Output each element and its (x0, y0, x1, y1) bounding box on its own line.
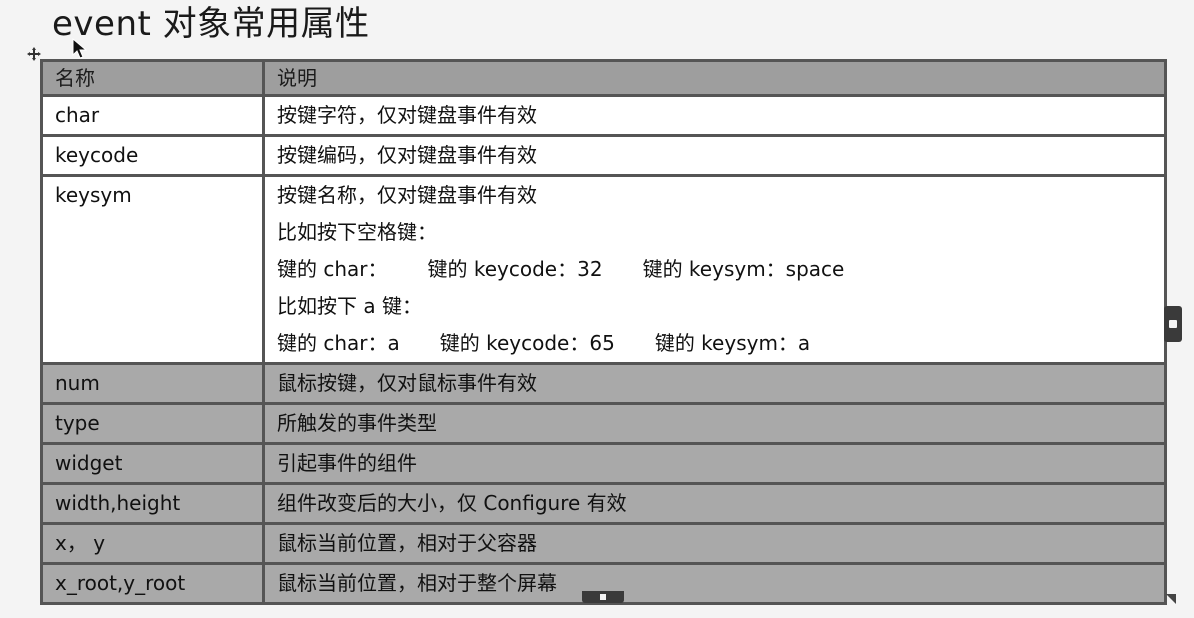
attribute-desc-cell: 鼠标当前位置，相对于整个屏幕 (262, 562, 1167, 605)
desc-line: 鼠标按键，仅对鼠标事件有效 (277, 371, 537, 395)
desc-line: 所触发的事件类型 (277, 411, 437, 435)
page-title: event 对象常用属性 (52, 4, 370, 44)
table-row: keycode 按键编码，仅对键盘事件有效 (40, 134, 1167, 177)
attribute-desc-cell: 按键字符，仅对键盘事件有效 (262, 94, 1167, 137)
desc-segment: 键的 keycode：32 (427, 257, 603, 281)
table-row: widget 引起事件的组件 (40, 442, 1167, 485)
desc-segment: 键的 keycode：65 (439, 331, 615, 355)
attribute-desc-cell: 引起事件的组件 (262, 442, 1167, 485)
header-desc-cell: 说明 (262, 59, 1167, 97)
desc-line: 比如按下空格键： (277, 220, 437, 244)
table-row: num 鼠标按键，仅对鼠标事件有效 (40, 362, 1167, 405)
desc-line: 键的 char：a 键的 keycode：65 键的 keysym：a (277, 325, 1163, 361)
desc-line: 组件改变后的大小，仅 Configure 有效 (277, 491, 627, 515)
desc-line: 按键编码，仅对键盘事件有效 (277, 143, 537, 167)
table-header-row: 名称 说明 (40, 59, 1167, 97)
resize-handle-right[interactable] (1164, 306, 1182, 342)
attribute-name-cell: num (40, 362, 265, 405)
attribute-name-cell: keysym (40, 174, 265, 365)
attribute-name-cell: x_root,y_root (40, 562, 265, 605)
attribute-desc-cell: 组件改变后的大小，仅 Configure 有效 (262, 482, 1167, 525)
attribute-name-cell: char (40, 94, 265, 137)
table-row: width,height 组件改变后的大小，仅 Configure 有效 (40, 482, 1167, 525)
desc-line: 鼠标当前位置，相对于父容器 (277, 531, 537, 555)
desc-line: 按键名称，仅对键盘事件有效 (277, 183, 537, 207)
header-name-cell: 名称 (40, 59, 265, 97)
attribute-desc-cell: 鼠标当前位置，相对于父容器 (262, 522, 1167, 565)
desc-segment: 键的 char：a (277, 331, 400, 355)
desc-line: 比如按下 a 键： (277, 294, 422, 318)
attribute-name-cell: widget (40, 442, 265, 485)
resize-corner-icon[interactable] (1166, 594, 1176, 604)
table-row: char 按键字符，仅对键盘事件有效 (40, 94, 1167, 137)
desc-segment: 键的 keysym：space (642, 257, 845, 281)
attribute-name-cell: type (40, 402, 265, 445)
attribute-name-cell: width,height (40, 482, 265, 525)
attribute-name-cell: keycode (40, 134, 265, 177)
desc-line: 引起事件的组件 (277, 451, 417, 475)
table-row: keysym 按键名称，仅对键盘事件有效 比如按下空格键： 键的 char： 键的 ke… (40, 174, 1167, 365)
attribute-desc-cell: 鼠标按键，仅对鼠标事件有效 (262, 362, 1167, 405)
mouse-cursor-icon (72, 38, 88, 59)
attribute-desc-cell: 按键编码，仅对键盘事件有效 (262, 134, 1167, 177)
attribute-desc-cell: 所触发的事件类型 (262, 402, 1167, 445)
attribute-name-cell: x， y (40, 522, 265, 565)
desc-line: 键的 char： 键的 keycode：32 键的 keysym：space (277, 251, 1163, 288)
table-row: x， y 鼠标当前位置，相对于父容器 (40, 522, 1167, 565)
attribute-desc-cell: 按键名称，仅对键盘事件有效 比如按下空格键： 键的 char： 键的 keycode：… (262, 174, 1167, 365)
desc-segment: 键的 char： (277, 257, 388, 281)
table-row: type 所触发的事件类型 (40, 402, 1167, 445)
desc-line: 鼠标当前位置，相对于整个屏幕 (277, 571, 557, 595)
resize-handle-bottom[interactable] (582, 591, 624, 603)
desc-segment: 键的 keysym：a (654, 331, 811, 355)
desc-line: 按键字符，仅对键盘事件有效 (277, 103, 537, 127)
event-attributes-table: 名称 说明 char 按键字符，仅对键盘事件有效 keycode 按键编码，仅对键盘事… (40, 59, 1167, 605)
